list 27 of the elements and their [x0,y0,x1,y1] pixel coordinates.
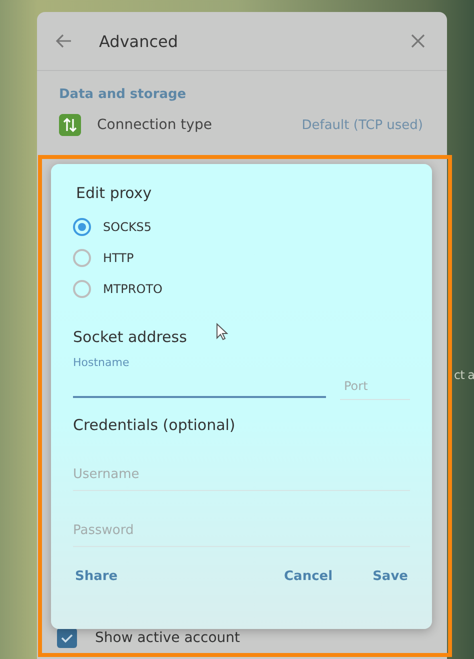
cursor-icon [216,323,228,341]
proxy-type-option[interactable]: HTTP [73,249,410,267]
proxy-type-option[interactable]: MTPROTO [73,280,410,298]
checkbox[interactable] [57,628,77,648]
hostname-field[interactable]: Hostname [73,356,326,398]
setting-label: Connection type [97,117,213,133]
password-field[interactable]: Password [73,523,410,547]
proxy-type-option[interactable]: SOCKS5 [73,218,410,236]
radio-icon[interactable] [73,280,91,298]
username-field[interactable]: Username [73,467,410,491]
dialog-title: Edit proxy [76,184,152,202]
section-title: Socket address [73,328,187,346]
dialog-button[interactable]: Save [370,565,410,588]
port-field[interactable]: Port [340,375,410,400]
checkbox-label: Show active account [95,630,240,646]
radio-icon[interactable] [73,249,91,267]
setting-value[interactable]: Default (TCP used) [302,118,423,132]
section-title: Data and storage [59,87,188,102]
close-icon[interactable] [409,32,427,50]
dialog-button[interactable]: Cancel [282,565,335,588]
window-title: Advanced [99,32,180,50]
section-title: Credentials (optional) [73,416,236,434]
background-text: ct a [454,368,474,382]
dialog-button[interactable]: Share [73,565,120,588]
back-icon[interactable] [55,32,73,50]
arrows-icon [59,114,81,136]
radio-icon[interactable] [73,218,91,236]
